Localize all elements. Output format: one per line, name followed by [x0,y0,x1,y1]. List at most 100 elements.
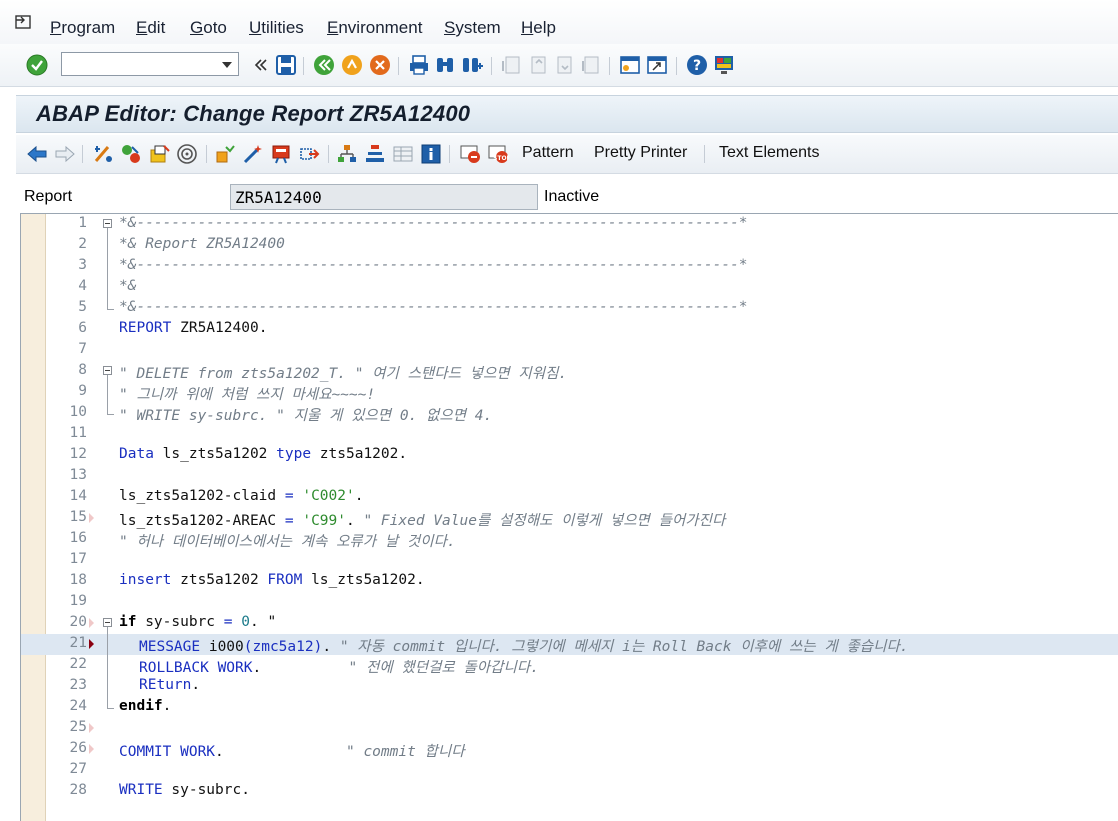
where-used-icon[interactable] [176,143,198,165]
code-line[interactable]: 6 REPORT ZR5A12400. [21,319,1118,340]
code-text: WRITE sy-subrc. [119,782,250,798]
menu-help[interactable]: Help [521,18,556,38]
code-line[interactable]: 13 [21,466,1118,487]
previous-page-icon[interactable] [527,54,549,76]
code-line[interactable]: 5 *&------------------------------------… [21,298,1118,319]
pretty-printer-button[interactable]: Pretty Printer [594,144,687,162]
code-line[interactable]: 7 [21,340,1118,361]
menu-environment[interactable]: Environment [327,18,422,38]
code-line[interactable]: 11 [21,424,1118,445]
exit-menu-icon[interactable] [14,14,34,30]
keyword: endif [119,698,163,714]
code-line[interactable]: 8 " DELETE from zts5a1202_T. " 여기 스탠다드 넣… [21,361,1118,382]
fold-toggle-icon[interactable] [103,618,112,627]
keyword: REturn [139,677,192,693]
code-line[interactable]: 18 insert zts5a1202 FROM ls_zts5a1202. [21,571,1118,592]
help-icon[interactable]: ? [686,54,708,76]
next-page-icon[interactable] [553,54,575,76]
other-object-icon[interactable] [148,143,170,165]
command-field[interactable] [61,52,239,76]
comment-text: *& Report ZR5A12400 [119,236,285,252]
hierarchy-icon[interactable] [364,143,386,165]
code-line[interactable]: 9 " 그니까 위에 처럼 쓰지 마세요~~~~! [21,382,1118,403]
code-line-current[interactable]: 21 MESSAGE i000(zmc5a12). " 자동 commit 입니… [21,634,1118,655]
line-marker-icon[interactable] [89,513,94,523]
execute-arrow-icon[interactable] [298,143,320,165]
operator: = [284,513,294,529]
menu-edit[interactable]: Edit [136,18,165,38]
check-syntax-icon[interactable] [214,143,236,165]
code-editor[interactable]: 1 *&------------------------------------… [20,213,1118,821]
code-line[interactable]: 15 ls_zts5a1202-AREAC = 'C99'. " Fixed V… [21,508,1118,529]
code-line[interactable]: 26 COMMIT WORK. " commit 합니다 [21,739,1118,760]
activate-wand-icon[interactable] [242,143,264,165]
cancel-icon[interactable] [369,54,391,76]
code-line[interactable]: 2 *& Report ZR5A12400 [21,235,1118,256]
info-icon[interactable] [420,143,442,165]
code-line[interactable]: 3 *&------------------------------------… [21,256,1118,277]
exit-icon[interactable] [341,54,363,76]
forward-arrow-icon[interactable] [54,143,76,165]
layout-menu-icon[interactable] [713,54,735,76]
keyword: type [276,446,312,462]
code-line[interactable]: 17 [21,550,1118,571]
code-line[interactable]: 24 endif. [21,697,1118,718]
report-name-field: ZR5A12400 [230,184,538,210]
table-view-icon[interactable] [392,143,414,165]
text-elements-button[interactable]: Text Elements [719,144,819,162]
menu-system[interactable]: System [444,18,501,38]
active-inactive-icon[interactable] [120,143,142,165]
code-text: ls_zts5a1202-AREAC = 'C99'. " Fixed Valu… [119,509,725,530]
code-line[interactable]: 4 *& [21,277,1118,298]
keyword: insert [119,572,172,588]
toolbar-separator [676,57,677,75]
back-arrow-icon[interactable] [26,143,48,165]
double-chevron-left-icon[interactable] [250,54,272,76]
code-line[interactable]: 20 if sy-subrc = 0. " [21,613,1118,634]
fold-toggle-icon[interactable] [103,219,112,228]
code-line[interactable]: 1 *&------------------------------------… [21,214,1118,235]
enter-check-icon[interactable] [26,54,48,76]
test-icon[interactable] [270,143,292,165]
save-icon[interactable] [275,54,297,76]
keyword: ROLLBACK WORK [139,660,253,676]
application-toolbar: STOP Pattern Pretty Printer Text Element… [16,135,1118,174]
line-marker-icon[interactable] [89,618,94,628]
find-next-icon[interactable] [461,54,483,76]
menu-utilities[interactable]: Utilities [249,18,304,38]
code-line[interactable]: 25 [21,718,1118,739]
line-marker-icon[interactable] [89,723,94,733]
chevron-down-icon[interactable] [222,62,232,68]
keyword: FROM [267,572,303,588]
back-icon[interactable] [313,54,335,76]
menu-program[interactable]: Program [50,18,115,38]
new-session-icon[interactable] [619,54,641,76]
shortcut-icon[interactable] [646,54,668,76]
breakpoint-marker-icon[interactable] [89,639,94,649]
line-number: 26 [69,740,87,756]
code-line[interactable]: 19 [21,592,1118,613]
print-icon[interactable] [408,54,430,76]
line-marker-icon[interactable] [89,744,94,754]
set-breakpoint-icon[interactable] [459,143,481,165]
menu-goto[interactable]: Goto [190,18,227,38]
code-line[interactable]: 12 Data ls_zts5a1202 type zts5a1202. [21,445,1118,466]
display-change-icon[interactable] [92,143,114,165]
find-icon[interactable] [434,54,456,76]
line-number: 20 [69,614,87,630]
fold-toggle-icon[interactable] [103,366,112,375]
object-list-icon[interactable] [336,143,358,165]
code-line[interactable]: 10 " WRITE sy-subrc. " 지울 게 있으면 0. 없으면 4… [21,403,1118,424]
code-line[interactable]: 22 ROLLBACK WORK. " 전에 했던걸로 돌아갑니다. [21,655,1118,676]
comment-text: " DELETE from zts5a1202_T. " 여기 스탠다드 넣으면… [119,366,568,382]
first-page-icon[interactable] [500,54,522,76]
code-line[interactable]: 28 WRITE sy-subrc. [21,781,1118,802]
code-line[interactable]: 23 REturn. [21,676,1118,697]
last-page-icon[interactable] [580,54,602,76]
code-line[interactable]: 16 " 허나 데이터베이스에서는 계속 오류가 날 것이다. [21,529,1118,550]
stop-breakpoint-icon[interactable]: STOP [487,143,509,165]
code-line[interactable]: 14 ls_zts5a1202-claid = 'C002'. [21,487,1118,508]
code-line[interactable]: 27 [21,760,1118,781]
keyword: WRITE [119,782,163,798]
pattern-button[interactable]: Pattern [522,144,574,162]
